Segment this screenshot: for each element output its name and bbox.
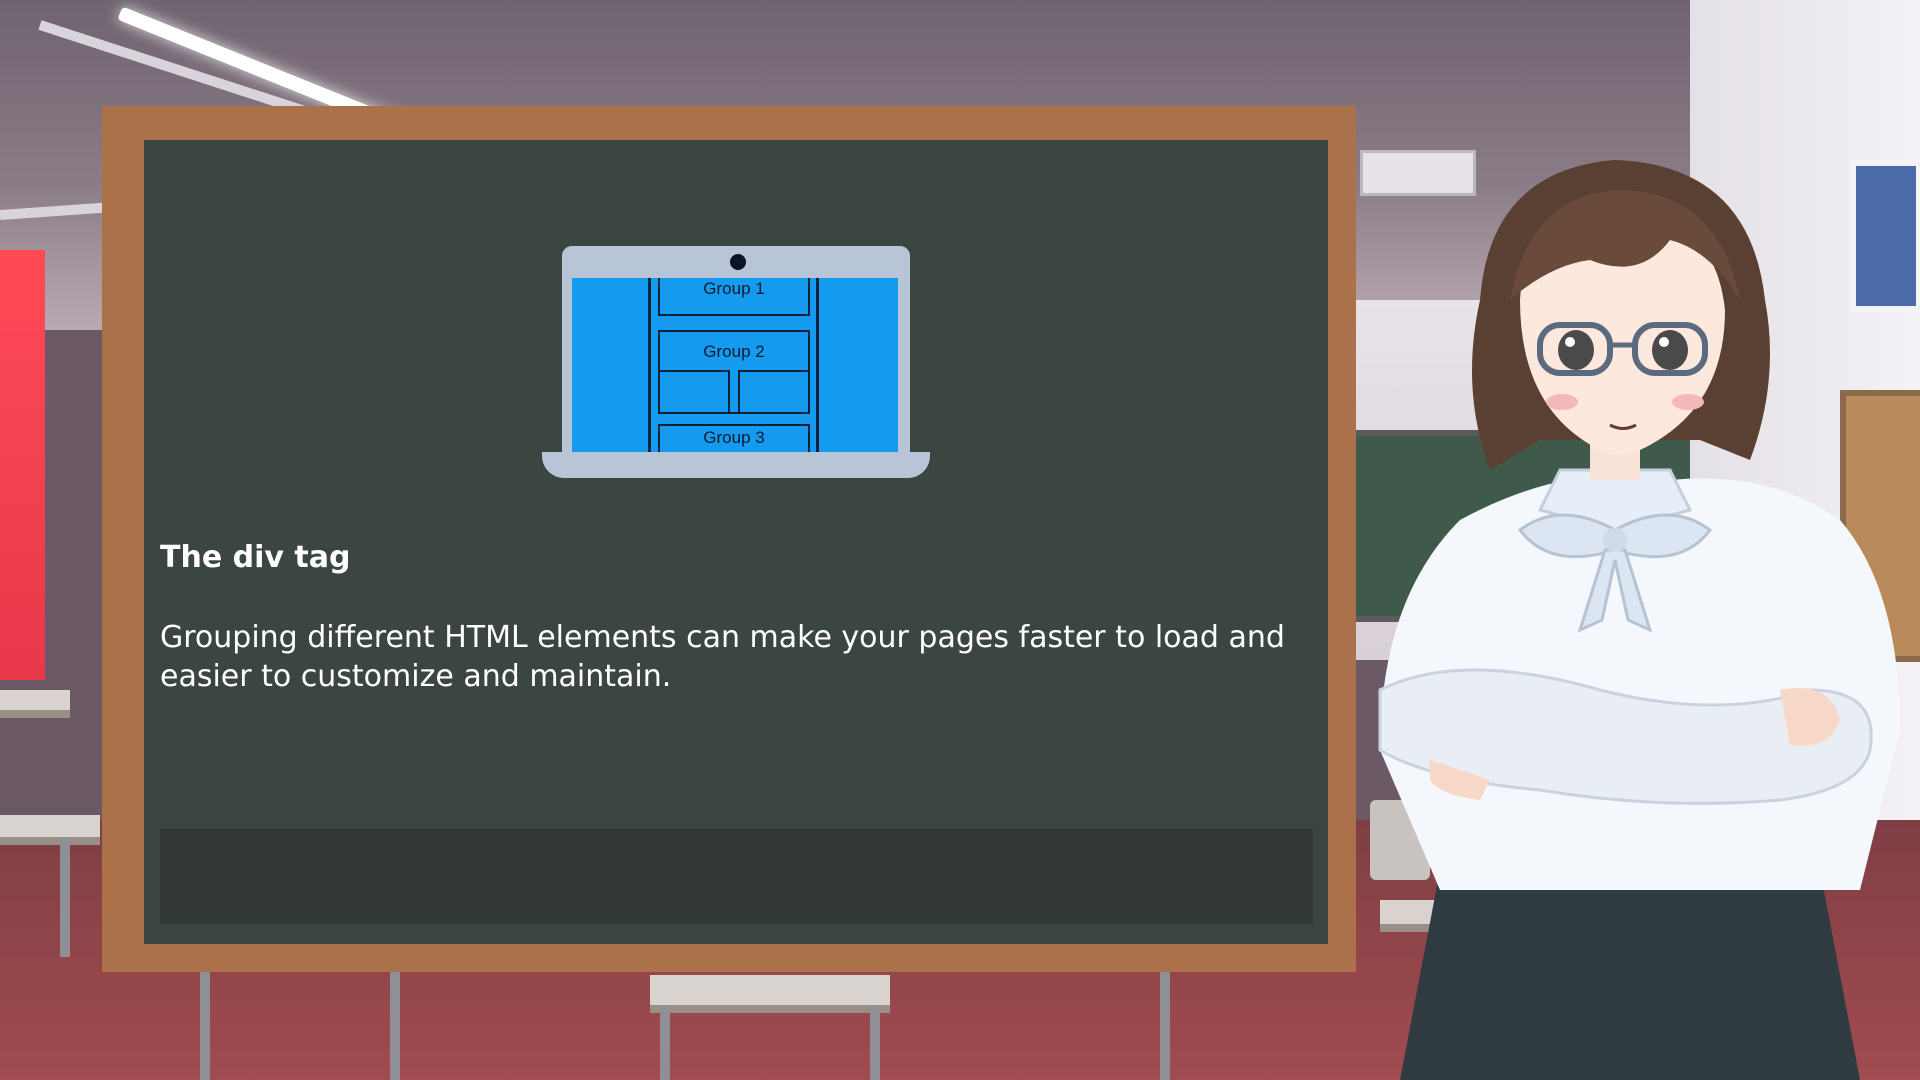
desk-leg — [60, 837, 70, 957]
dialogue-box[interactable] — [160, 829, 1313, 924]
teacher-character — [1378, 160, 1900, 1080]
group-2-child-box — [738, 370, 810, 414]
column-line — [648, 278, 651, 452]
group-box-1: Group 1 — [658, 278, 810, 316]
laptop-lid: Group 1 Group 2 Group 3 — [562, 246, 910, 452]
column-line — [816, 278, 819, 452]
group-label-2: Group 2 — [703, 342, 765, 361]
group-label-3: Group 3 — [703, 428, 765, 447]
desk — [0, 815, 100, 845]
group-label-1: Group 1 — [703, 279, 765, 298]
desk-leg — [870, 1005, 880, 1080]
slide-title: The div tag — [160, 540, 351, 575]
desk-leg — [1160, 972, 1170, 1080]
desk-leg — [660, 1005, 670, 1080]
slide-body-text: Grouping different HTML elements can mak… — [160, 620, 1285, 694]
group-box-3: Group 3 — [658, 424, 810, 452]
desk-leg — [200, 972, 210, 1080]
group-box-2: Group 2 — [658, 330, 810, 414]
desk — [650, 975, 890, 1013]
laptop-illustration: Group 1 Group 2 Group 3 — [542, 246, 930, 478]
left-window — [0, 250, 45, 680]
desk — [0, 690, 70, 718]
group-2-child-box — [658, 370, 730, 414]
laptop-base — [542, 452, 930, 478]
laptop-display: Group 1 Group 2 Group 3 — [572, 278, 898, 452]
laptop-camera-icon — [730, 254, 746, 270]
desk-leg — [390, 972, 400, 1080]
